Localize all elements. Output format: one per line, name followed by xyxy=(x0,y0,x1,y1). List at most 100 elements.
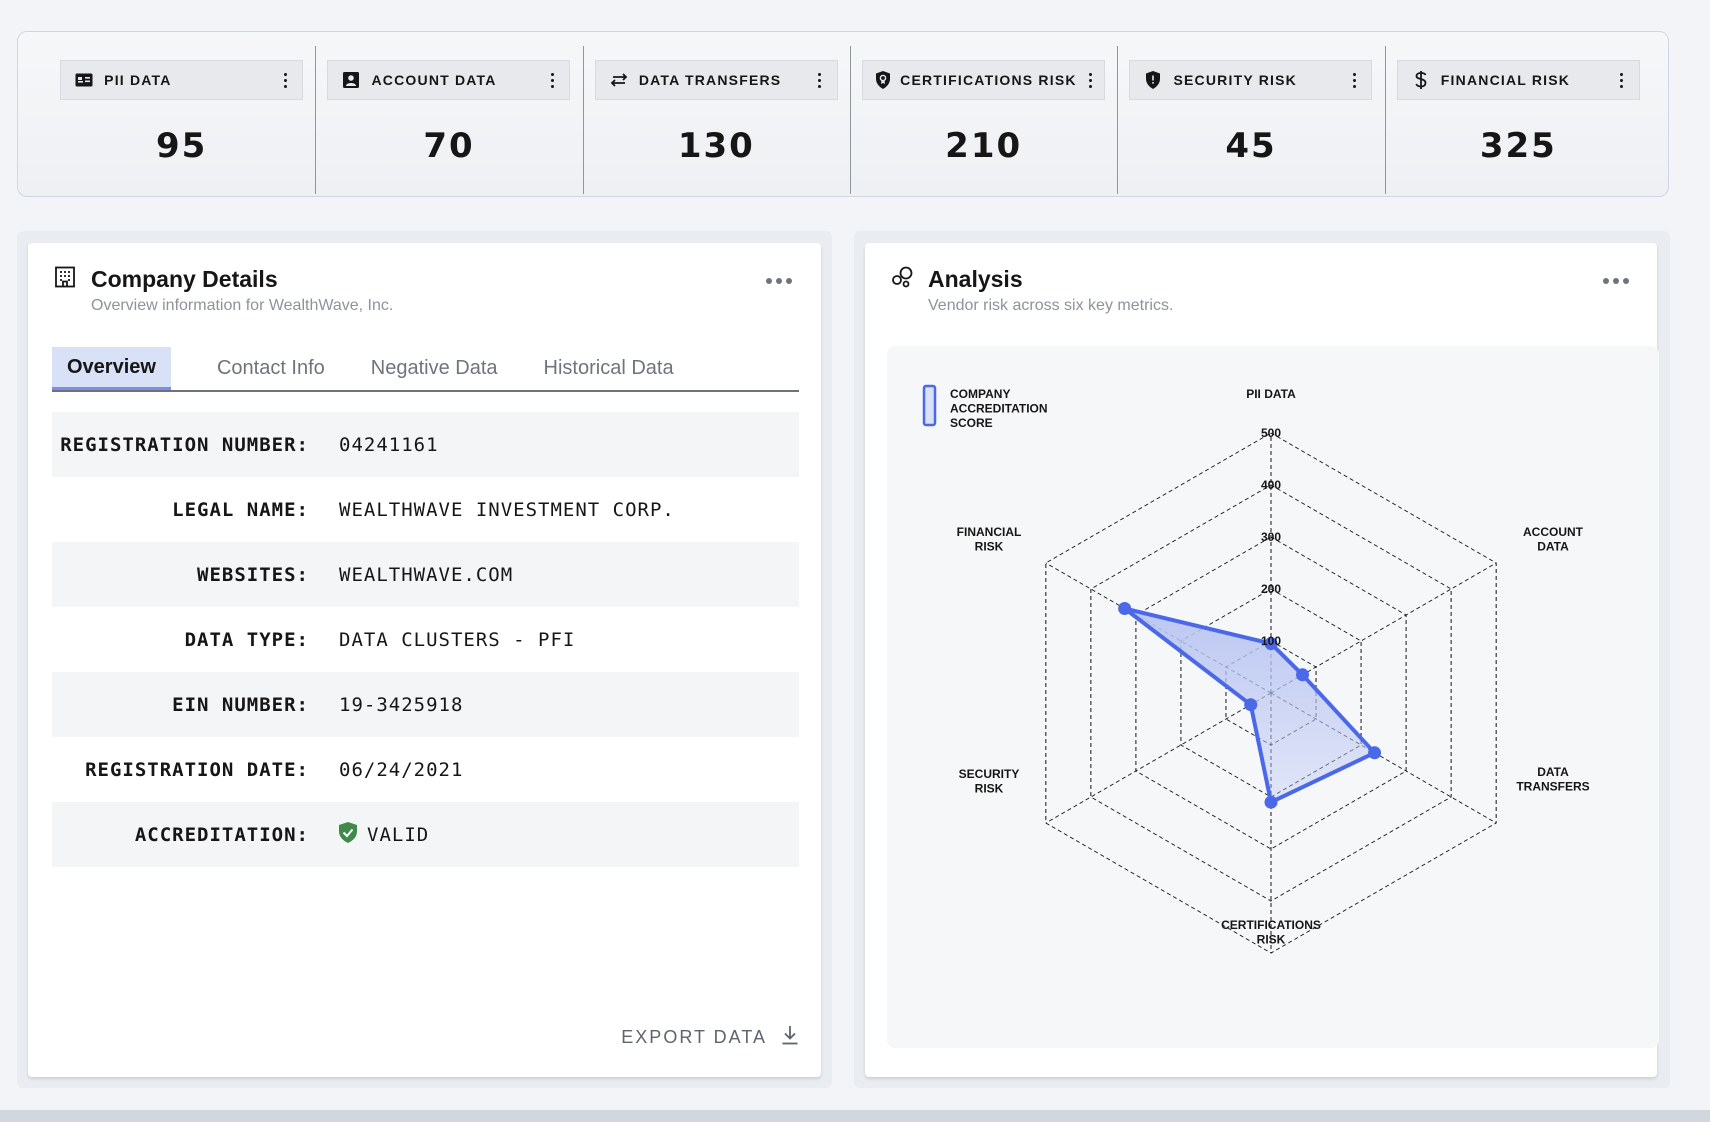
radar-axis-label: FINANCIAL RISK xyxy=(957,525,1022,554)
overflow-menu-icon[interactable] xyxy=(813,70,827,90)
shield-icon xyxy=(1143,70,1163,90)
detail-key: DATA TYPE: xyxy=(184,628,309,651)
id-card-icon xyxy=(74,70,94,90)
radar-axis-label: SECURITY RISK xyxy=(959,767,1020,796)
radar-axis-label: ACCOUNT DATA xyxy=(1523,525,1584,554)
certificate-icon xyxy=(876,70,891,90)
metric-label: SECURITY RISK xyxy=(1173,72,1297,88)
panel-title: Analysis xyxy=(928,266,1023,292)
website-link[interactable]: WEALTHWAVE.COM xyxy=(339,564,513,586)
radar-tick-label: 200 xyxy=(1261,582,1281,596)
detail-key: LEGAL NAME: xyxy=(172,498,309,521)
detail-value: WEALTHWAVE.COM xyxy=(339,564,513,586)
export-data-label: EXPORT DATA xyxy=(621,1027,767,1047)
radar-chart: 100 200 300 400 500 PII DATA ACCOUNT DATA DATA TR… xyxy=(887,346,1659,1048)
metric-card-account-data: ACCOUNT DATA 70 xyxy=(315,32,582,196)
metric-value: 210 xyxy=(945,126,1023,166)
detail-key: EIN NUMBER: xyxy=(172,693,309,716)
company-details-container: Company Details Overview information for… xyxy=(17,231,832,1088)
detail-value: 04241161 xyxy=(339,434,439,456)
metric-card-security-risk: SECURITY RISK 45 xyxy=(1117,32,1384,196)
more-options-icon[interactable] xyxy=(1603,278,1629,284)
detail-row-data-type: DATA TYPE: DATA CLUSTERS - PFI xyxy=(52,607,799,672)
metric-label: DATA TRANSFERS xyxy=(638,72,782,88)
detail-key: WEBSITES: xyxy=(197,563,309,586)
metric-tag: PII DATA xyxy=(60,60,304,100)
radar-axis-label: DATA TRANSFERS xyxy=(1516,765,1589,794)
legend-swatch xyxy=(922,384,937,427)
metric-label: CERTIFICATIONS RISK xyxy=(900,72,1077,88)
detail-row-registration-date: REGISTRATION DATE: 06/24/2021 xyxy=(52,737,799,802)
detail-value: WEALTHWAVE INVESTMENT CORP. xyxy=(339,499,675,521)
tab-negative-data[interactable]: Negative Data xyxy=(355,347,514,390)
building-icon xyxy=(54,266,76,293)
detail-row-registration-number: REGISTRATION NUMBER: 04241161 xyxy=(52,412,799,477)
analysis-card: Analysis Vendor risk across six key metr… xyxy=(865,243,1659,1077)
detail-key: REGISTRATION DATE: xyxy=(85,758,309,781)
details-list: REGISTRATION NUMBER: 04241161 LEGAL NAME… xyxy=(52,412,799,867)
metric-card-pii-data: PII DATA 95 xyxy=(48,32,315,196)
radar-data-point xyxy=(1244,698,1258,712)
radar-tick-label: 100 xyxy=(1261,634,1281,648)
arrows-left-right-icon xyxy=(609,70,629,90)
radar-axis-label: PII DATA xyxy=(1246,387,1296,401)
download-icon xyxy=(781,1025,799,1050)
radar-tick-label: 500 xyxy=(1261,426,1281,440)
shield-check-icon xyxy=(339,821,357,848)
analysis-container: Analysis Vendor risk across six key metr… xyxy=(854,231,1670,1088)
overflow-menu-icon[interactable] xyxy=(1347,70,1361,90)
detail-value: DATA CLUSTERS - PFI xyxy=(339,629,575,651)
radar-data-point xyxy=(1296,668,1310,682)
dollar-icon xyxy=(1411,70,1431,90)
radar-chart-svg: 100 200 300 400 500 PII DATA ACCOUNT DATA DATA TR… xyxy=(922,384,1590,954)
overflow-menu-icon[interactable] xyxy=(1615,70,1629,90)
radar-axis-label: CERTIFICATIONS RISK xyxy=(1221,918,1321,947)
detail-value-text: WEALTHWAVE INVESTMENT CORP. xyxy=(339,498,675,521)
analysis-icon xyxy=(891,266,915,293)
detail-row-ein-number: EIN NUMBER: 19-3425918 xyxy=(52,672,799,737)
radar-data-point xyxy=(1368,746,1382,760)
panel-subtitle: Overview information for WealthWave, Inc… xyxy=(91,297,394,314)
metric-label: ACCOUNT DATA xyxy=(371,72,497,88)
more-options-icon[interactable] xyxy=(766,278,792,284)
detail-value: VALID xyxy=(339,821,430,848)
metric-card-financial-risk: FINANCIAL RISK 325 xyxy=(1384,32,1652,196)
accreditation-status: VALID xyxy=(367,823,430,846)
radar-data-point xyxy=(1118,602,1132,615)
metric-tag: SECURITY RISK xyxy=(1129,60,1373,100)
metric-tag: FINANCIAL RISK xyxy=(1396,60,1640,100)
radar-tick-label: 400 xyxy=(1261,478,1281,492)
detail-value-text: 04241161 xyxy=(339,433,439,456)
tab-contact-info[interactable]: Contact Info xyxy=(201,347,341,390)
overflow-menu-icon[interactable] xyxy=(545,70,559,90)
metric-value: 325 xyxy=(1479,126,1557,166)
metric-value: 130 xyxy=(677,126,755,166)
detail-value: 19-3425918 xyxy=(339,694,463,716)
metric-label: PII DATA xyxy=(104,72,172,88)
tab-overview[interactable]: Overview xyxy=(52,347,171,390)
detail-value: 06/24/2021 xyxy=(339,759,463,781)
radar-data-point xyxy=(1264,795,1278,809)
metric-tag: ACCOUNT DATA xyxy=(327,60,571,100)
metric-tag: CERTIFICATIONS RISK xyxy=(862,60,1106,100)
metric-label: FINANCIAL RISK xyxy=(1440,72,1571,88)
panel-subtitle: Vendor risk across six key metrics. xyxy=(928,297,1174,314)
detail-row-websites: WEBSITES: WEALTHWAVE.COM xyxy=(52,542,799,607)
detail-value-text: 19-3425918 xyxy=(339,693,464,716)
detail-row-accreditation: ACCREDITATION: VALID xyxy=(52,802,799,867)
radar-tick-label: 300 xyxy=(1261,530,1281,544)
metric-value: 45 xyxy=(1225,126,1277,166)
export-data-button[interactable]: EXPORT DATA xyxy=(621,1025,799,1050)
overflow-menu-icon[interactable] xyxy=(278,70,292,90)
detail-value-text: DATA CLUSTERS - PFI xyxy=(339,628,576,651)
detail-row-legal-name: LEGAL NAME: WEALTHWAVE INVESTMENT CORP. xyxy=(52,477,799,542)
detail-value-text: 06/24/2021 xyxy=(339,758,464,781)
tab-historical-data[interactable]: Historical Data xyxy=(528,347,690,390)
metric-value: 95 xyxy=(156,126,208,166)
metric-card-certifications-risk: CERTIFICATIONS RISK 210 xyxy=(849,32,1117,196)
legend-label: COMPANY ACCREDITATION SCORE xyxy=(950,387,1048,430)
detail-key: ACCREDITATION: xyxy=(134,823,309,846)
user-profile-icon xyxy=(341,70,361,90)
overflow-menu-icon[interactable] xyxy=(1087,70,1094,90)
detail-key: REGISTRATION NUMBER: xyxy=(60,433,309,456)
